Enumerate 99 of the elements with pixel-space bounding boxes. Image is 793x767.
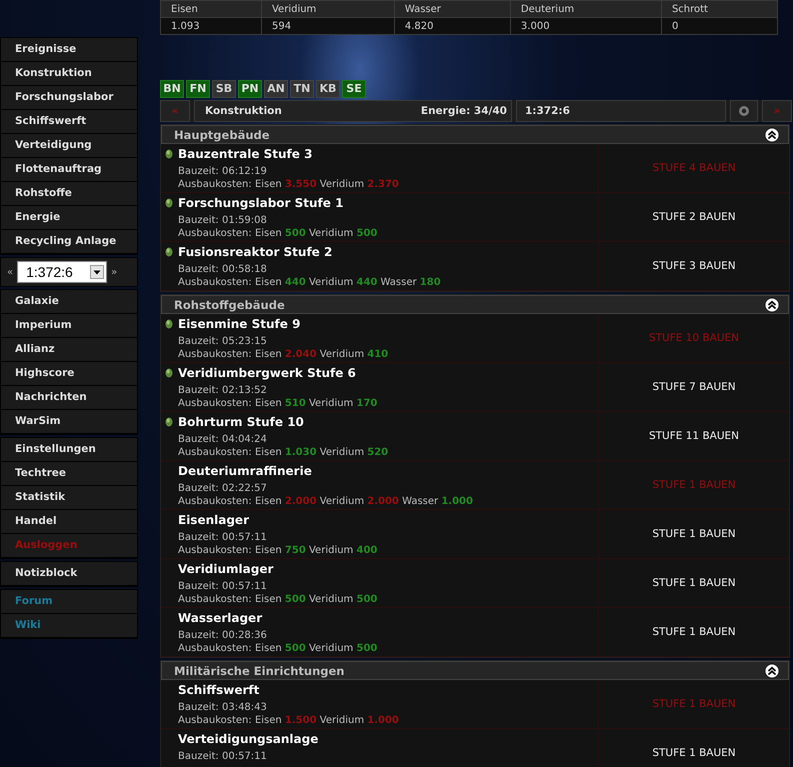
sidebar-item[interactable]: Schiffswerft	[1, 110, 137, 134]
build-costs: Ausbaukosten: Eisen 750 Veridium 400	[178, 544, 378, 557]
build-time: Bauzeit: 03:48:43	[178, 701, 268, 714]
settings-button[interactable]	[730, 100, 758, 122]
resource-name: Veridium	[261, 0, 394, 18]
build-time: Bauzeit: 05:23:15	[178, 335, 268, 348]
resource-name: Eisen	[160, 0, 262, 18]
resource-amount: 3.000	[510, 18, 662, 34]
building-name: Wasserlager	[178, 610, 264, 626]
sidebar-item[interactable]: Handel	[1, 510, 137, 534]
sidebar-item[interactable]: Flottenauftrag	[1, 158, 137, 182]
sidebar-item[interactable]: Forum	[1, 590, 137, 614]
build-costs: Ausbaukosten: Eisen 440 Veridium 440 Wasser 180	[178, 276, 442, 289]
build-link[interactable]: STUFE 11 BAUEN	[648, 430, 740, 442]
sidebar-item[interactable]: Imperium	[1, 314, 137, 338]
section-header[interactable]: Hauptgebäude	[161, 125, 789, 144]
nav-tab[interactable]: SE	[342, 80, 366, 98]
nav-tab[interactable]: PN	[238, 80, 262, 98]
collapse-icon[interactable]	[764, 662, 780, 678]
sidebar-item[interactable]: Wiki	[1, 614, 137, 638]
build-link[interactable]: STUFE 2 BAUEN	[652, 211, 736, 223]
build-time: Bauzeit: 04:04:24	[178, 433, 268, 446]
sidebar-item[interactable]: Verteidigung	[1, 134, 137, 158]
previous-planet-button[interactable]: «	[7, 266, 14, 278]
build-costs: Ausbaukosten: Eisen 500 Veridium 500	[178, 227, 378, 240]
build-time: Bauzeit: 00:58:18	[178, 263, 268, 276]
build-costs: Ausbaukosten: Eisen 500 Veridium 500	[178, 642, 378, 655]
build-link[interactable]: STUFE 1 BAUEN	[652, 528, 736, 540]
building-name: Fusionsreaktor Stufe 2	[178, 244, 334, 260]
sidebar-item[interactable]: Einstellungen	[1, 438, 137, 462]
resource-amount: 1.093	[160, 18, 262, 34]
build-link[interactable]: STUFE 1 BAUEN	[652, 577, 736, 589]
section-header[interactable]: Militärische Einrichtungen	[161, 661, 789, 680]
build-time: Bauzeit: 01:59:08	[178, 214, 268, 227]
resource-name: Wasser	[394, 0, 510, 18]
sidebar-item[interactable]: Notizblock	[1, 562, 137, 586]
build-costs: Ausbaukosten: Eisen 1.500 Veridium 1.000	[178, 714, 400, 727]
collapse-icon[interactable]	[764, 126, 780, 142]
build-time: Bauzeit: 00:28:36	[178, 629, 268, 642]
next-planet-button[interactable]: »	[111, 266, 118, 278]
build-costs: Ausbaukosten: Eisen 500 Veridium 500	[178, 593, 378, 606]
build-time: Bauzeit: 02:13:52	[178, 384, 268, 397]
nav-tab[interactable]: AN	[264, 80, 288, 98]
section-header[interactable]: Rohstoffgebäude	[161, 295, 789, 314]
building-name: Deuteriumraffinerie	[178, 463, 313, 479]
energy-display: Energie: 34/40	[420, 105, 507, 117]
build-link[interactable]: STUFE 7 BAUEN	[652, 381, 736, 393]
coordinates-display: 1:372:6	[516, 100, 726, 122]
section-title: Rohstoffgebäude	[174, 298, 285, 312]
build-costs: Ausbaukosten: Eisen 3.550 Veridium 2.370	[178, 178, 400, 191]
building-name: Veridiumbergwerk Stufe 6	[178, 365, 357, 381]
sidebar-item[interactable]: Ereignisse	[1, 38, 137, 62]
sidebar-item[interactable]: Techtree	[1, 462, 137, 486]
build-link[interactable]: STUFE 1 BAUEN	[652, 747, 736, 759]
resource-name: Schrott	[661, 0, 778, 18]
build-link[interactable]: STUFE 3 BAUEN	[652, 260, 736, 272]
building-name: Eisenmine Stufe 9	[178, 316, 302, 332]
sidebar-item[interactable]: Allianz	[1, 338, 137, 362]
building-name: Bohrturm Stufe 10	[178, 414, 305, 430]
collapse-icon[interactable]	[764, 296, 780, 312]
sidebar-item[interactable]: Highscore	[1, 362, 137, 386]
sidebar-item[interactable]: Forschungslabor	[1, 86, 137, 110]
build-costs: Ausbaukosten: Eisen 1.030 Veridium 520	[178, 446, 390, 459]
build-time: Bauzeit: 00:57:11	[178, 750, 268, 763]
nav-tab[interactable]: FN	[186, 80, 210, 98]
resource-name: Deuterium	[510, 0, 662, 18]
resource-amount: 594	[261, 18, 394, 34]
build-time: Bauzeit: 00:57:11	[178, 580, 268, 593]
sidebar-item[interactable]: Nachrichten	[1, 386, 137, 410]
build-costs: Ausbaukosten: Eisen 2.040 Veridium 410	[178, 348, 390, 361]
section-title: Hauptgebäude	[174, 128, 270, 142]
nav-tab[interactable]: BN	[160, 80, 184, 98]
planet-dropdown[interactable]: 1:372:6	[17, 261, 108, 283]
page-title: Konstruktion	[205, 105, 282, 117]
nav-tab[interactable]: TN	[290, 80, 314, 98]
build-time: Bauzeit: 06:12:19	[178, 165, 268, 178]
build-costs: Ausbaukosten: Eisen 2.000 Veridium 2.000 Wasser 1.000	[178, 495, 474, 508]
sidebar-item[interactable]: Rohstoffe	[1, 182, 137, 206]
nav-tab[interactable]: SB	[212, 80, 236, 98]
build-costs: Ausbaukosten: Eisen 510 Veridium 170	[178, 397, 378, 410]
build-time: Bauzeit: 02:22:57	[178, 482, 268, 495]
build-link[interactable]: STUFE 1 BAUEN	[652, 626, 736, 638]
building-name: Veridiumlager	[178, 561, 274, 577]
building-name: Verteidigungsanlage	[178, 731, 320, 747]
sidebar-item[interactable]: WarSim	[1, 410, 137, 434]
sidebar-item[interactable]: Galaxie	[1, 290, 137, 314]
resource-amount: 0	[661, 18, 778, 34]
building-name: Schiffswerft	[178, 682, 260, 698]
sidebar-item[interactable]: Statistik	[1, 486, 137, 510]
nav-tab[interactable]: KB	[316, 80, 340, 98]
section-title: Militärische Einrichtungen	[174, 664, 344, 678]
sidebar-item[interactable]: Recycling Anlage	[1, 230, 137, 254]
building-name: Bauzentrale Stufe 3	[178, 146, 314, 162]
resource-amount: 4.820	[394, 18, 510, 34]
sidebar-item[interactable]: Energie	[1, 206, 137, 230]
sidebar-item[interactable]: Konstruktion	[1, 62, 137, 86]
building-name: Eisenlager	[178, 512, 250, 528]
building-name: Forschungslabor Stufe 1	[178, 195, 344, 211]
build-time: Bauzeit: 00:57:11	[178, 531, 268, 544]
